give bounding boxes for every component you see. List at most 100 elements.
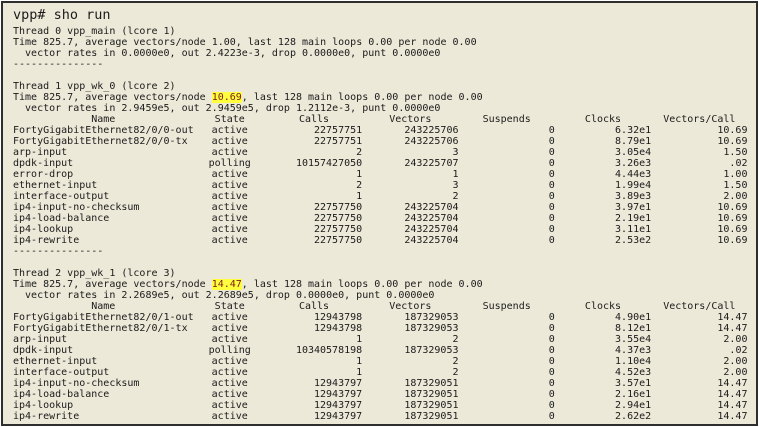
cell-suspends: 0 [459,334,555,345]
cell-vectors: 243225704 [362,235,458,246]
cell-calls: 10340578198 [266,345,362,356]
thread-title: Thread 1 vpp_wk_0 (lcore 2) [13,81,752,92]
vectors-per-node-highlight: 14.47 [212,279,242,290]
cell-clocks: 3.57e1 [555,378,651,389]
cell-vectors: 2 [362,367,458,378]
cell-clocks: 2.53e2 [555,235,651,246]
cell-name: error-drop [13,169,194,180]
cell-calls: 22757750 [266,224,362,235]
cell-calls: 1 [266,191,362,202]
cell-suspends: 0 [459,158,555,169]
cell-vectors: 243225704 [362,224,458,235]
cell-name: ip4-rewrite [13,235,194,246]
table-row: ethernet-inputactive2301.99e41.50 [13,180,752,191]
terminal-window[interactable]: vpp# sho run Thread 0 vpp_main (lcore 1)… [1,1,758,426]
cell-state: active [194,169,266,180]
cell-clocks: 3.11e1 [555,224,651,235]
vector-rates-line: vector rates in 0.0000e0, out 2.4223e-3,… [13,48,752,59]
column-header-suspends: Suspends [459,114,555,125]
cell-suspends: 0 [459,312,555,323]
cell-vectors: 243225704 [362,213,458,224]
cell-clocks: 4.37e3 [555,345,651,356]
table-row: FortyGigabitEthernet82/0/0-outactive2275… [13,125,752,136]
terminal-output: Thread 0 vpp_main (lcore 1)Time 825.7, a… [13,26,752,426]
cell-vectors: 187329053 [362,323,458,334]
column-header-state: State [194,301,266,312]
thread-time-line: Time 825.7, average vectors/node 14.47, … [13,279,752,290]
cell-calls: 22757750 [266,213,362,224]
table-row: FortyGigabitEthernet82/0/1-txactive12943… [13,323,752,334]
cell-vectors_call: 10.69 [651,213,747,224]
column-header-calls: Calls [266,114,362,125]
prompt-command-text: vpp# sho run [13,7,111,23]
cell-clocks: 4.44e3 [555,169,651,180]
cell-clocks: 4.52e3 [555,367,651,378]
cell-state: active [194,378,266,389]
cell-state: active [194,191,266,202]
table-row: ip4-load-balanceactive129437971873290510… [13,389,752,400]
cell-name: ip4-load-balance [13,213,194,224]
table-row: interface-outputactive1203.89e32.00 [13,191,752,202]
cell-vectors_call: 14.47 [651,400,747,411]
command-prompt-line: vpp# sho run [13,7,752,24]
table-row: ip4-input-no-checksumactive1294379718732… [13,378,752,389]
cell-name: ethernet-input [13,356,194,367]
cell-name: FortyGigabitEthernet82/0/0-tx [13,136,194,147]
thread-title: Thread 0 vpp_main (lcore 1) [13,26,752,37]
time-suffix-text: , last 128 main loops 0.00 per node 0.00 [236,37,477,48]
cell-name: ip4-input-no-checksum [13,202,194,213]
cell-calls: 12943797 [266,389,362,400]
cell-clocks: 3.89e3 [555,191,651,202]
cell-name: FortyGigabitEthernet82/0/0-out [13,125,194,136]
cell-state: active [194,224,266,235]
cell-name: dpdk-input [13,158,194,169]
cell-clocks: 4.90e1 [555,312,651,323]
cell-vectors_call: 14.47 [651,312,747,323]
table-row: ip4-rewriteactive2275775024322570402.53e… [13,235,752,246]
cell-suspends: 0 [459,180,555,191]
table-row: interface-outputactive1204.52e32.00 [13,367,752,378]
separator-dashes: --------------- [13,246,752,257]
cell-name: ip4-lookup [13,400,194,411]
cell-vectors: 243225704 [362,202,458,213]
table-row: ethernet-inputactive1201.10e42.00 [13,356,752,367]
table-row: ip4-rewriteactive1294379718732905102.62e… [13,411,752,422]
cell-state: active [194,147,266,158]
cell-suspends: 0 [459,125,555,136]
cell-calls: 22757750 [266,235,362,246]
cell-vectors: 1 [362,169,458,180]
cell-vectors_call: .02 [651,345,747,356]
cell-vectors_call: 1.00 [651,169,747,180]
cell-vectors_call: 14.47 [651,389,747,400]
cell-clocks: 3.97e1 [555,202,651,213]
cell-clocks: 2.19e1 [555,213,651,224]
table-row: FortyGigabitEthernet82/0/0-txactive22757… [13,136,752,147]
cell-state: polling [194,345,266,356]
cell-vectors_call: 14.47 [651,323,747,334]
cell-vectors_call: 10.69 [651,224,747,235]
vectors-per-node-value: 1.00 [212,37,236,48]
table-row: ip4-lookupactive1294379718732905102.94e1… [13,400,752,411]
table-row: arp-inputactive1203.55e42.00 [13,334,752,345]
cell-clocks: 6.32e1 [555,125,651,136]
cell-state: active [194,400,266,411]
cell-name: ethernet-input [13,180,194,191]
cell-name: ip4-load-balance [13,389,194,400]
table-row: FortyGigabitEthernet82/0/1-outactive1294… [13,312,752,323]
cell-calls: 22757751 [266,125,362,136]
cell-vectors: 187329051 [362,411,458,422]
cell-vectors_call: 10.69 [651,136,747,147]
cell-calls: 1 [266,334,362,345]
cell-calls: 2 [266,180,362,191]
cell-suspends: 0 [459,169,555,180]
cell-vectors: 2 [362,356,458,367]
time-prefix-text: Time 825.7, average vectors/node [13,37,212,48]
cell-vectors: 243225707 [362,158,458,169]
column-header-vectors_call: Vectors/Call [651,301,747,312]
cell-suspends: 0 [459,356,555,367]
cell-vectors: 2 [362,334,458,345]
cell-suspends: 0 [459,345,555,356]
cell-vectors_call: 14.47 [651,411,747,422]
cell-name: ip4-input-no-checksum [13,378,194,389]
cell-state: active [194,356,266,367]
